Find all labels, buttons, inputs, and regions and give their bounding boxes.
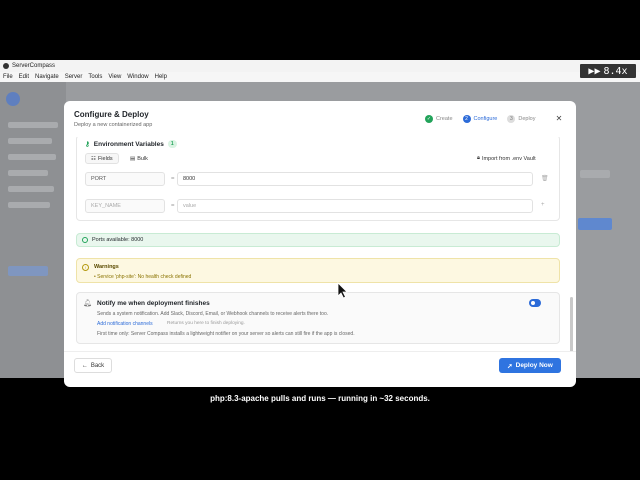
dimmed-nav-active — [8, 266, 48, 276]
equals-sign: = — [171, 203, 175, 209]
notify-toggle[interactable] — [529, 299, 541, 307]
dimmed-nav-item — [8, 138, 52, 144]
dimmed-nav-item — [8, 122, 58, 128]
modal-title: Configure & Deploy — [74, 110, 149, 119]
notify-note: First time only: Server Compass installs… — [97, 331, 355, 337]
notify-card: 🔔︎ Notify me when deployment finishes Se… — [76, 292, 560, 344]
deploy-now-button[interactable]: ➚ Deploy Now — [499, 358, 561, 373]
menu-help[interactable]: Help — [155, 74, 167, 80]
window-title: ServerCompass — [12, 63, 56, 69]
dimmed-nav-item — [8, 154, 56, 160]
step-deploy: 3 Deploy — [507, 115, 536, 123]
dimmed-button — [578, 218, 612, 230]
new-env-key-input[interactable]: KEY_NAME — [85, 199, 165, 213]
bell-icon: 🔔︎ — [83, 300, 92, 307]
tab-bulk[interactable]: ▤ Bulk — [125, 153, 153, 164]
back-button[interactable]: ← Back — [74, 358, 112, 373]
dimmed-nav-item — [8, 170, 48, 176]
menu-navigate[interactable]: Navigate — [35, 74, 59, 80]
caption-text: php:8.3-apache pulls and runs — running … — [206, 392, 434, 405]
step-label: Create — [436, 116, 453, 122]
step-number: 2 — [462, 115, 471, 123]
menu-view[interactable]: View — [108, 74, 121, 80]
menu-file[interactable]: File — [3, 74, 13, 80]
new-env-value-input[interactable]: value — [177, 199, 533, 213]
lock-icon: 🔒︎ — [477, 155, 480, 161]
modal-body: ⚷ Environment Variables 1 ☷ Fields ▤ Bul… — [64, 137, 576, 351]
dimmed-label — [580, 170, 610, 178]
step-label: Deploy — [518, 116, 536, 122]
tab-fields[interactable]: ☷ Fields — [85, 153, 119, 164]
step-configure: 2 Configure — [462, 115, 498, 123]
env-vars-title: Environment Variables — [93, 140, 164, 148]
speed-label: 8.4x — [603, 65, 628, 77]
deploy-label: Deploy Now — [515, 362, 553, 369]
ports-available-banner: Ports available: 8000 — [76, 233, 560, 247]
key-icon: ⚷ — [85, 141, 90, 148]
dimmed-nav-item — [8, 202, 50, 208]
step-number: 3 — [507, 115, 516, 123]
notify-description: Sends a system notification. Add Slack, … — [97, 311, 329, 317]
import-label: Import from .env Vault — [481, 155, 536, 162]
stepper: ✓ Create 2 Configure 3 Deploy — [425, 115, 536, 123]
env-vars-header: ⚷ Environment Variables 1 — [85, 140, 177, 148]
app-logo-icon — [3, 63, 9, 69]
file-icon: ▤ — [130, 155, 136, 162]
menu-window[interactable]: Window — [127, 74, 148, 80]
trash-icon[interactable]: 🗑︎ — [541, 175, 549, 182]
tab-fields-label: Fields — [97, 155, 113, 162]
close-icon[interactable]: ✕ — [554, 114, 564, 124]
list-icon: ☷ — [91, 155, 96, 162]
modal-subtitle: Deploy a new containerized app — [74, 122, 153, 128]
env-key-input[interactable]: PORT — [85, 172, 165, 186]
equals-sign: = — [171, 176, 175, 182]
dimmed-nav-item — [8, 186, 54, 192]
step-create: ✓ Create — [425, 115, 453, 123]
check-icon: ✓ — [425, 115, 433, 123]
modal-scrollbar[interactable] — [570, 297, 573, 351]
plus-icon[interactable]: + — [541, 202, 545, 208]
ports-text: Ports available: 8000 — [92, 237, 144, 243]
import-env-vault-button[interactable]: 🔒︎ Import from .env Vault — [477, 155, 536, 162]
menu-server[interactable]: Server — [65, 74, 83, 80]
mouse-cursor-icon — [337, 282, 348, 299]
notify-hint: Returns you here to finish deploying. — [167, 321, 245, 326]
arrow-left-icon: ← — [81, 362, 88, 369]
video-caption: php:8.3-apache pulls and runs — running … — [0, 392, 640, 405]
menu-tools[interactable]: Tools — [88, 74, 102, 80]
notify-title: Notify me when deployment finishes — [97, 300, 210, 307]
warnings-title: Warnings — [94, 264, 119, 270]
env-count-badge: 1 — [167, 140, 177, 148]
fast-forward-icon: ▶▶ — [588, 65, 601, 77]
check-circle-icon — [82, 237, 88, 243]
playback-speed-badge: ▶▶ 8.4x — [580, 64, 636, 78]
menu-edit[interactable]: Edit — [19, 74, 29, 80]
warnings-banner: ! Warnings • Service 'php-site': No heal… — [76, 258, 560, 283]
modal-footer: ← Back ➚ Deploy Now — [64, 351, 576, 387]
env-value-input[interactable]: 8000 — [177, 172, 533, 186]
warning-item: • Service 'php-site': No health check de… — [94, 274, 192, 280]
back-label: Back — [90, 362, 105, 369]
title-bar: ServerCompass — [0, 60, 640, 72]
add-notification-channels-link[interactable]: Add notification channels — [97, 321, 153, 327]
rocket-icon: ➚ — [507, 362, 513, 370]
tab-bulk-label: Bulk — [137, 155, 148, 162]
configure-deploy-modal: Configure & Deploy Deploy a new containe… — [64, 101, 576, 387]
warning-icon: ! — [82, 264, 89, 271]
dimmed-avatar — [6, 92, 20, 106]
menu-bar: File Edit Navigate Server Tools View Win… — [0, 72, 640, 82]
step-label: Configure — [473, 116, 498, 122]
env-vars-card: ⚷ Environment Variables 1 ☷ Fields ▤ Bul… — [76, 137, 560, 221]
modal-header: Configure & Deploy Deploy a new containe… — [64, 101, 576, 137]
